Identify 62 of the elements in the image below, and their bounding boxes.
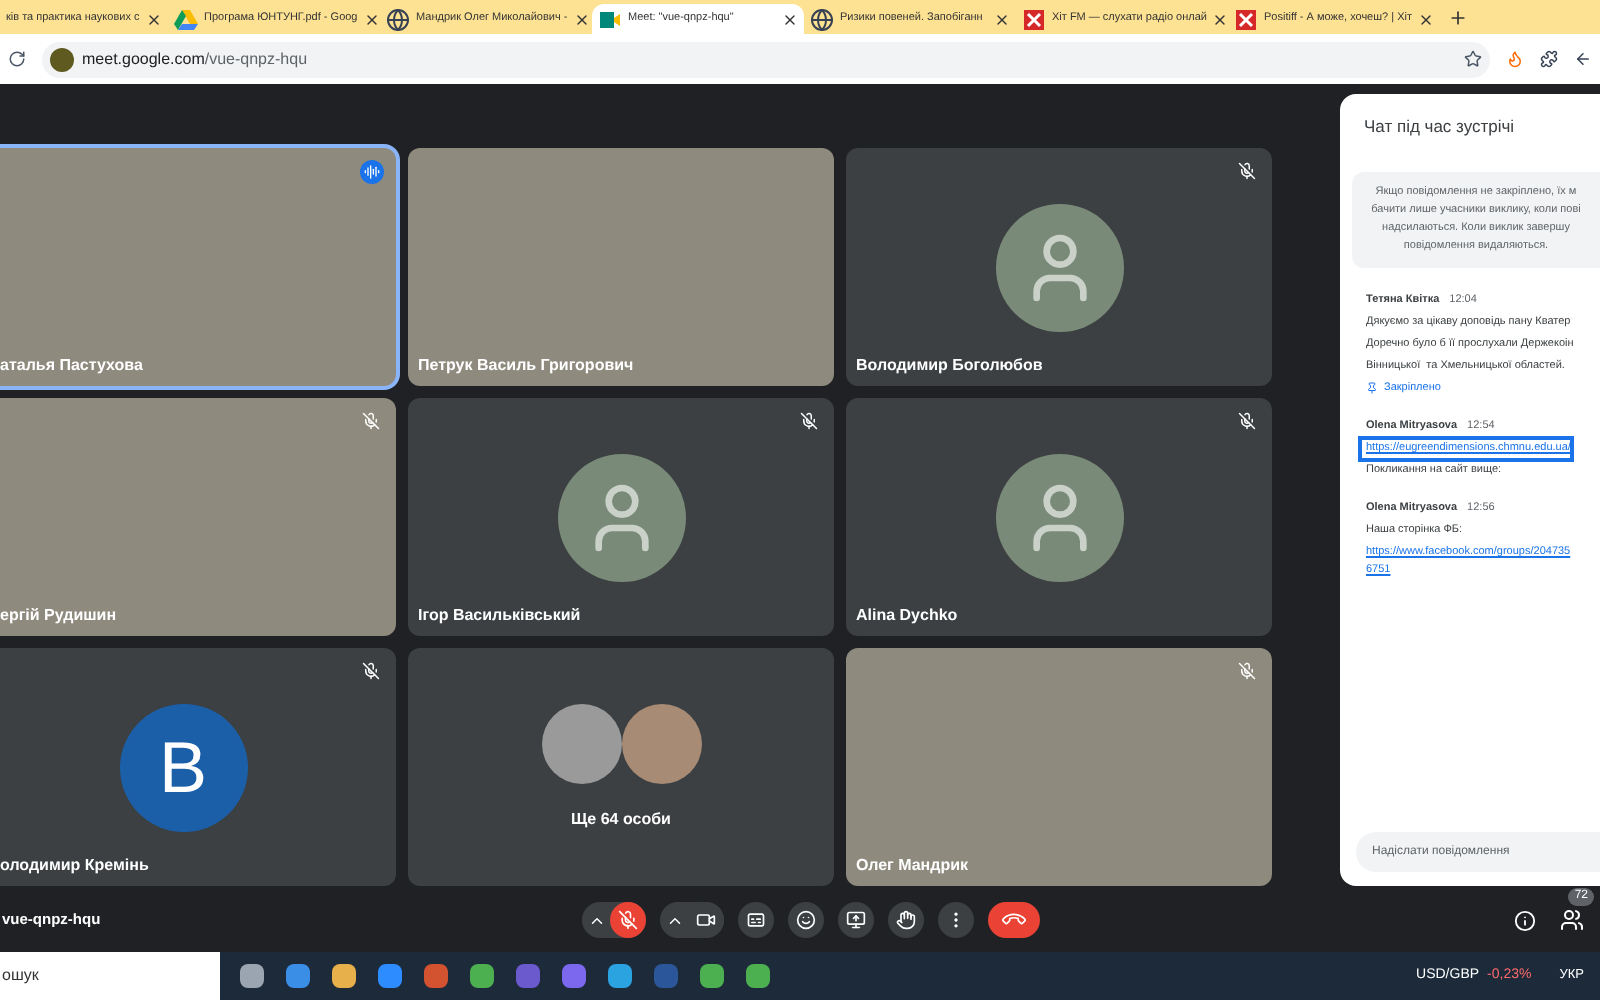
app-icon[interactable] xyxy=(470,964,494,988)
reload-icon[interactable] xyxy=(8,50,26,68)
app-icon[interactable] xyxy=(746,964,770,988)
people-icon[interactable] xyxy=(1560,908,1584,932)
captions-icon xyxy=(746,910,766,930)
close-tab-icon[interactable] xyxy=(994,11,1010,27)
chat-title: Чат під час зустрічі xyxy=(1362,114,1517,140)
close-tab-icon[interactable] xyxy=(1212,11,1229,27)
speaking-icon xyxy=(360,160,384,184)
camera-icon xyxy=(696,910,716,930)
app-icon[interactable] xyxy=(240,964,264,988)
participant-name: Володимир Боголюбов xyxy=(856,354,1043,378)
triangle-icon xyxy=(174,7,198,31)
x-square-icon xyxy=(1234,7,1258,31)
avatar-placeholder xyxy=(541,703,621,783)
mic-off-icon xyxy=(618,910,638,930)
close-tab-icon[interactable] xyxy=(782,11,798,27)
globe-icon xyxy=(810,7,834,31)
site-info-icon[interactable] xyxy=(50,47,74,71)
app-icon[interactable] xyxy=(378,964,402,988)
screen-share-icon xyxy=(846,910,866,930)
participant-count: Ще 64 особи xyxy=(571,807,671,831)
participant-name: олодимир Кремінь xyxy=(0,854,149,878)
raise-hand-button[interactable] xyxy=(888,902,924,938)
bookmark-star-icon[interactable] xyxy=(1464,50,1482,68)
app-icon[interactable] xyxy=(286,964,310,988)
app-icon[interactable] xyxy=(424,964,448,988)
app-icon[interactable] xyxy=(562,964,586,988)
captions-button[interactable] xyxy=(738,902,774,938)
flame-icon[interactable] xyxy=(1506,50,1524,68)
avatar-placeholder xyxy=(621,703,701,783)
participant-name: аталья Пастухова xyxy=(0,354,143,378)
participant-name: Ігор Васильківський xyxy=(418,604,581,628)
x-square-icon xyxy=(1022,7,1046,31)
close-tab-icon[interactable] xyxy=(573,11,590,27)
info-icon[interactable] xyxy=(1514,909,1536,931)
taskbar-search[interactable]: ошук xyxy=(0,952,220,1000)
present-screen-button[interactable] xyxy=(838,902,874,938)
participant-name: Олег Мандрик xyxy=(856,854,969,878)
back-icon[interactable] xyxy=(1574,50,1592,68)
participant-name: Петрук Василь Григорович xyxy=(418,354,634,378)
app-icon[interactable] xyxy=(332,964,356,988)
close-tab-icon[interactable] xyxy=(363,11,380,27)
app-icon[interactable] xyxy=(608,964,632,988)
video-camera-icon xyxy=(598,7,622,31)
new-tab-icon[interactable] xyxy=(1448,8,1468,28)
participant-name: ергій Рудишин xyxy=(0,604,117,628)
more-options-button[interactable] xyxy=(938,902,974,938)
address-bar[interactable]: meet.google.com/vue-qnpz-hqu xyxy=(42,41,1490,77)
smiley-icon xyxy=(796,910,816,930)
url-text: meet.google.com/vue-qnpz-hqu xyxy=(82,47,310,71)
emoji-button[interactable] xyxy=(788,902,824,938)
participant-name: Alina Dychko xyxy=(856,604,958,628)
globe-icon xyxy=(386,7,410,31)
extensions-icon[interactable] xyxy=(1540,50,1558,68)
avatar-letter: В xyxy=(119,703,247,831)
close-tab-icon[interactable] xyxy=(1418,11,1434,27)
hand-icon xyxy=(896,910,916,930)
app-icon[interactable] xyxy=(700,964,724,988)
close-tab-icon[interactable] xyxy=(146,11,162,27)
microphone-button[interactable] xyxy=(610,902,646,938)
end-call-button[interactable] xyxy=(988,902,1040,938)
